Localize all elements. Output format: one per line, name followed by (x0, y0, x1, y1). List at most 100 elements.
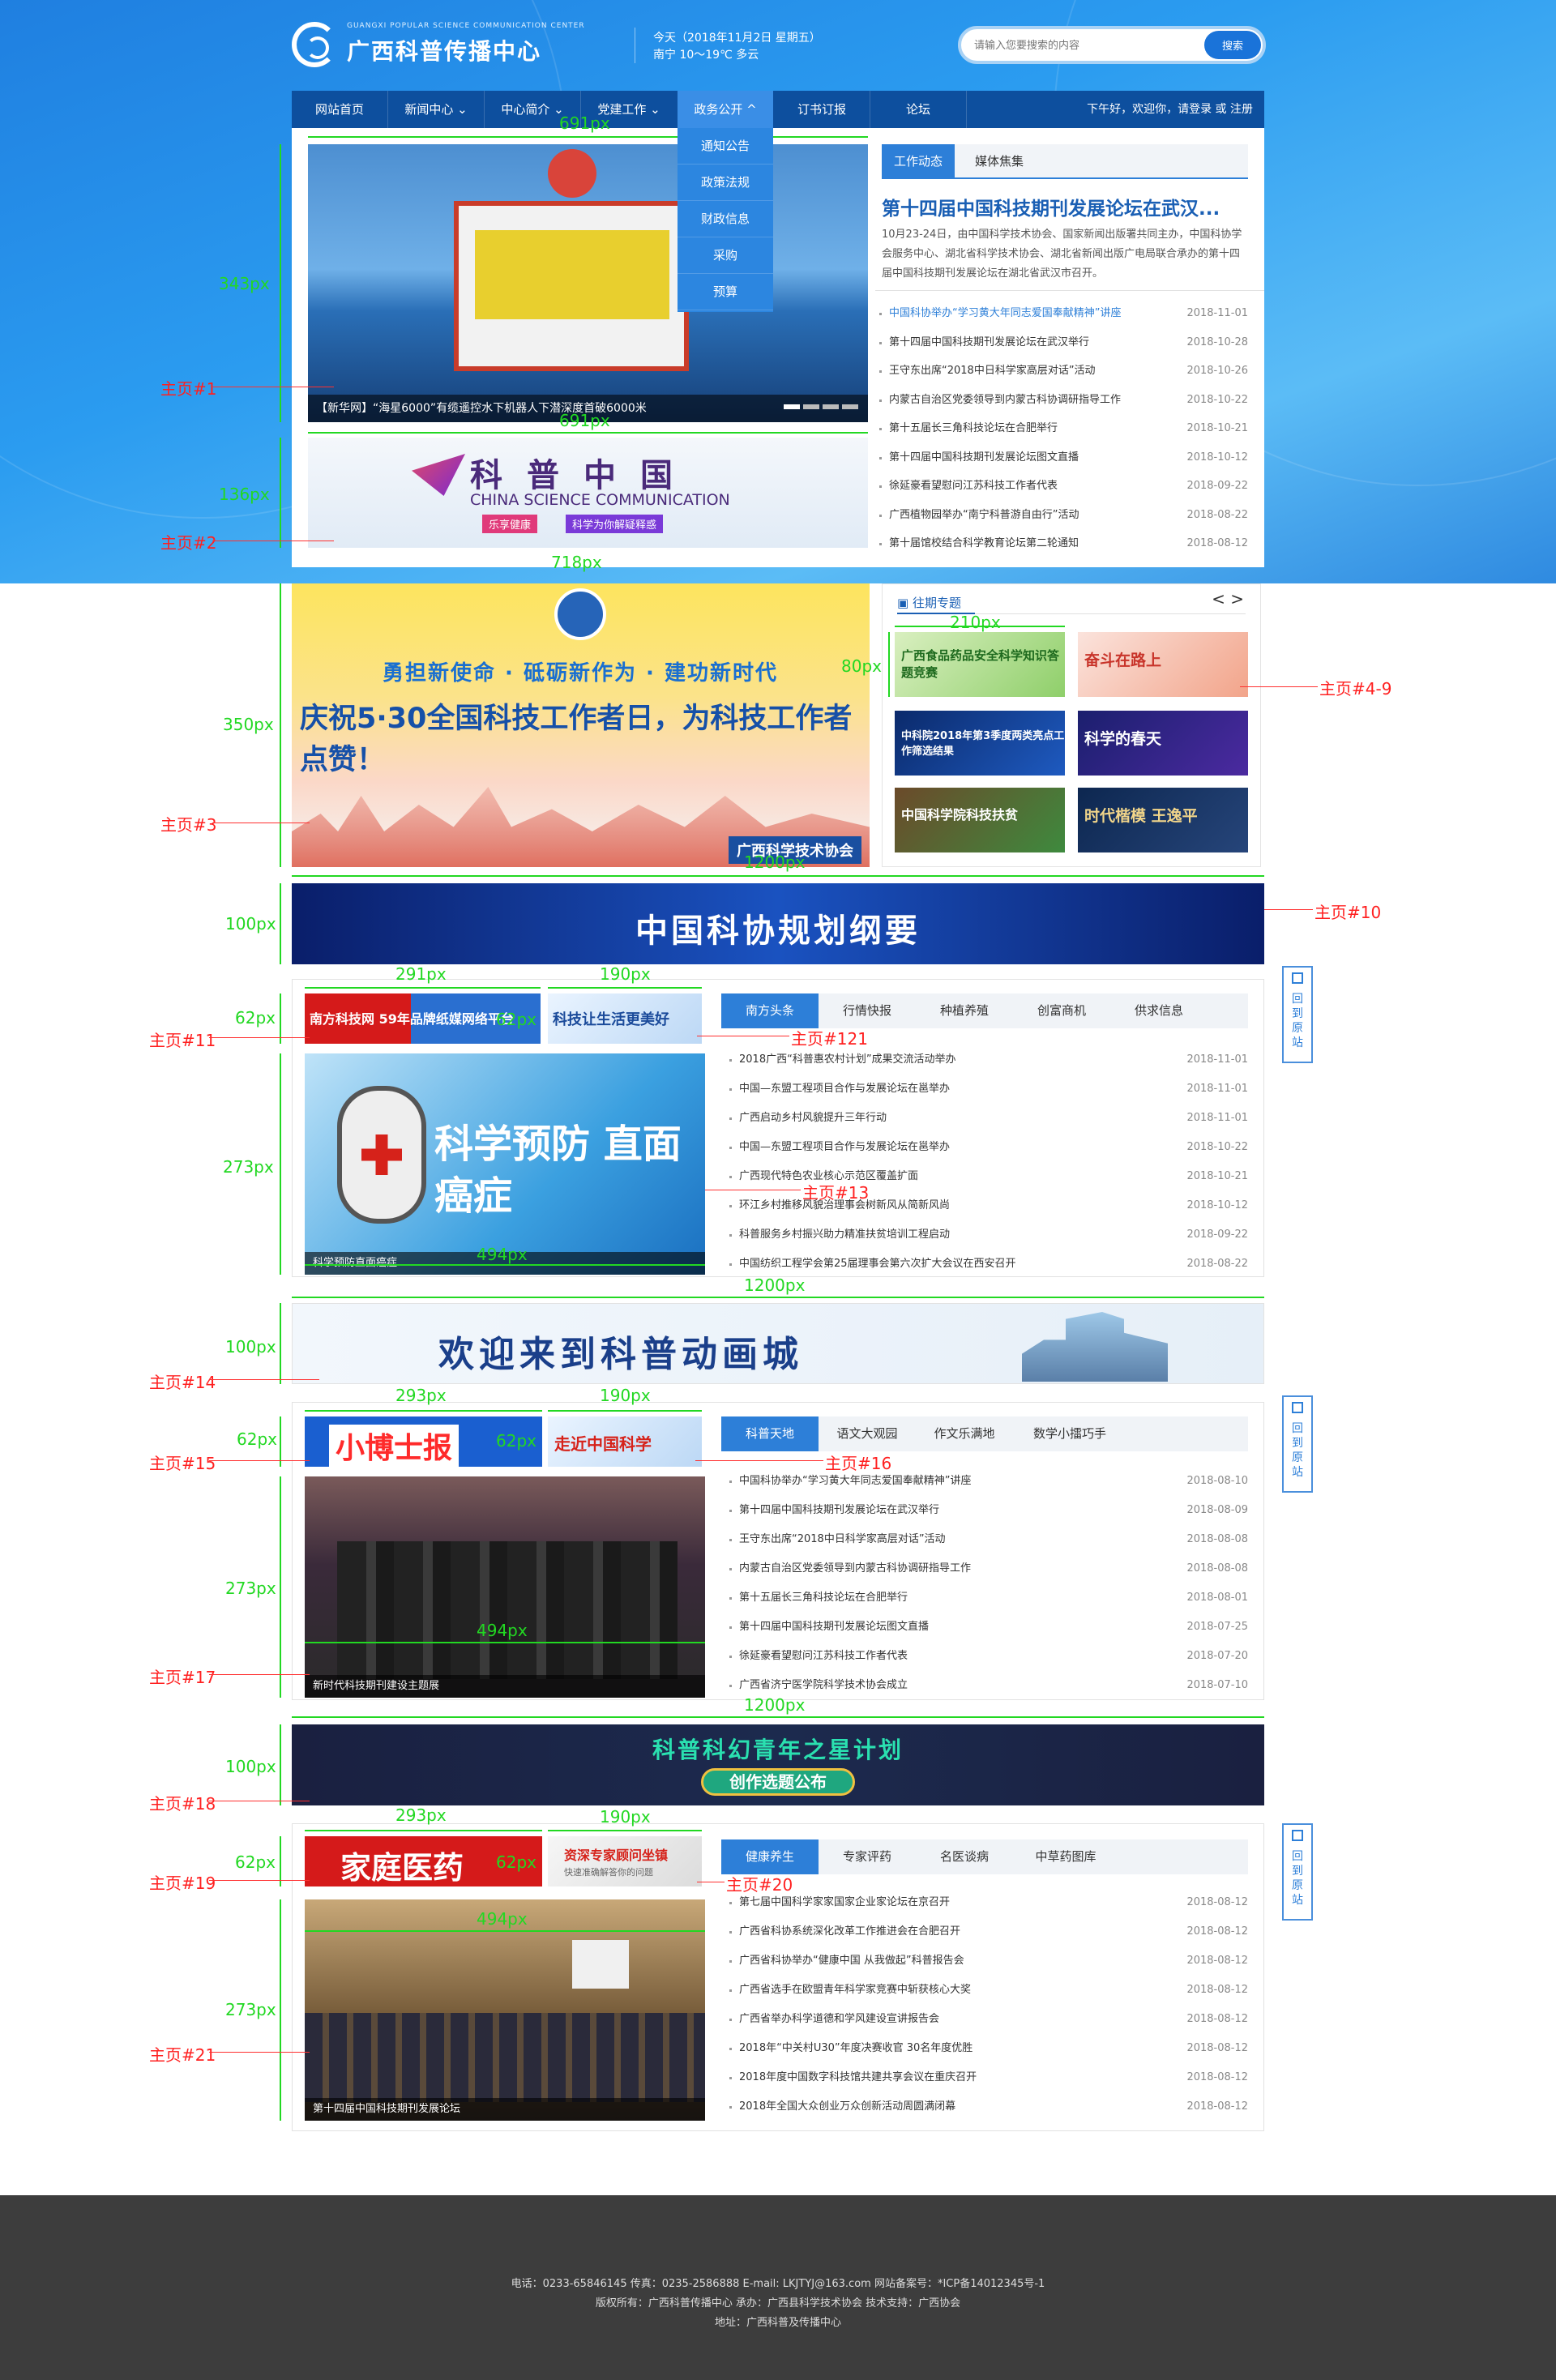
slider-dot[interactable] (803, 404, 819, 409)
dropdown-item[interactable]: 财政信息 (678, 201, 773, 237)
special-thumb[interactable]: 广西食品药品安全科学知识答题竞赛 (895, 632, 1065, 697)
list-item[interactable]: 广西植物园举办“南宁科普游自由行”活动 2018-08-22 (878, 507, 1248, 523)
list-item-title[interactable]: 内蒙古自治区党委领导到内蒙古科协调研指导工作 (739, 1561, 971, 1577)
list-item-title[interactable]: 第十四届中国科技期刊发展论坛图文直播 (889, 450, 1079, 466)
list-item-title[interactable]: 2018广西“科普惠农村计划”成果交流活动举办 (739, 1052, 956, 1068)
list-item[interactable]: 中国—东盟工程项目合作与发展论坛在邕举办 2018-11-01 (728, 1081, 1248, 1097)
list-item-title[interactable]: 中国—东盟工程项目合作与发展论坛在邕举办 (739, 1139, 950, 1156)
search-input[interactable] (974, 36, 1185, 55)
special-thumb[interactable]: 中科院2018年第3季度两类亮点工作筛选结果 (895, 711, 1065, 776)
list-item-title[interactable]: 广西省科协举办“健康中国 从我做起”科普报告会 (739, 1953, 964, 1969)
list-item[interactable]: 王守东出席“2018中日科学家高层对话”活动 2018-10-26 (878, 363, 1248, 379)
nav-news[interactable]: 新闻中心 ⌄ (388, 91, 484, 128)
list-item[interactable]: 2018年全国大众创业万众创新活动周圆满闭幕 2018-08-12 (728, 2099, 1248, 2115)
list-item[interactable]: 广西省科协举办“健康中国 从我做起”科普报告会 2018-08-12 (728, 1953, 1248, 1969)
hero-slider[interactable]: 【新华网】“海星6000”有缆遥控水下机器人下潜深度首破6000米 (308, 144, 868, 422)
list-item-title[interactable]: 中国纺织工程学会第25届理事会第六次扩大会议在西安召开 (739, 1256, 1016, 1272)
list-item[interactable]: 内蒙古自治区党委领导到内蒙古科协调研指导工作 2018-08-08 (728, 1561, 1248, 1577)
ad-china-science[interactable]: 走近中国科学 (548, 1416, 702, 1467)
tab-work-news[interactable]: 工作动态 (882, 144, 955, 179)
tab-item[interactable]: 名医谈病 (916, 1839, 1013, 1874)
list-item-title[interactable]: 广西省科协系统深化改革工作推进会在合肥召开 (739, 1924, 960, 1940)
list-item[interactable]: 广西省济宁医学院科学技术协会成立 2018-07-10 (728, 1677, 1248, 1694)
list-item[interactable]: 第十四届中国科技期刊发展论坛图文直播 2018-07-25 (728, 1619, 1248, 1635)
china-science-banner[interactable]: 科普中国 CHINA SCIENCE COMMUNICATION 乐享健康 科学… (308, 438, 868, 548)
list-item-title[interactable]: 广西植物园举办“南宁科普游自由行”活动 (889, 507, 1079, 523)
tab-item[interactable]: 中草药图库 (1013, 1839, 1118, 1874)
list-item-title[interactable]: 第七届中国科学家家国家企业家论坛在京召开 (739, 1895, 950, 1911)
nav-affairs[interactable]: 政务公开 ^ (678, 91, 773, 128)
tab-item[interactable]: 创富商机 (1013, 993, 1110, 1028)
ad-tech-life[interactable]: 科技让生活更美好 (548, 993, 702, 1044)
ad-expert-consult[interactable]: 资深专家顾问坐镇 快速准确解答你的问题 (548, 1836, 702, 1886)
tab-media[interactable]: 媒体焦集 (963, 144, 1036, 179)
dropdown-item[interactable]: 政策法规 (678, 165, 773, 201)
science-workers-day-banner[interactable]: 勇担新使命 · 砥砺新作为 · 建功新时代 庆祝5·30全国科技工作者日，为科技… (292, 583, 870, 867)
special-thumb[interactable]: 时代楷模 王逸平 (1078, 788, 1248, 852)
slider-dot[interactable] (823, 404, 839, 409)
list-item-title[interactable]: 科普服务乡村振兴助力精准扶贫培训工程启动 (739, 1227, 950, 1243)
list-item[interactable]: 科普服务乡村振兴助力精准扶贫培训工程启动 2018-09-22 (728, 1227, 1248, 1243)
list-item-title[interactable]: 广西省选手在欧盟青年科学家竞赛中斩获核心大奖 (739, 1982, 971, 1998)
search-button[interactable]: 搜索 (1204, 31, 1261, 59)
list-item[interactable]: 2018年度中国数字科技馆共建共享会议在重庆召开 2018-08-12 (728, 2070, 1248, 2086)
list-item[interactable]: 2018年“中关村U30”年度决赛收官 30名年度优胜 2018-08-12 (728, 2040, 1248, 2057)
list-item-title[interactable]: 王守东出席“2018中日科学家高层对话”活动 (739, 1532, 946, 1548)
tab-item[interactable]: 科普天地 (721, 1416, 819, 1451)
list-item[interactable]: 徐延豪看望慰问江苏科技工作者代表 2018-09-22 (878, 478, 1248, 494)
animation-city-banner[interactable]: 欢迎来到科普动画城 (292, 1303, 1264, 1384)
tab-item[interactable]: 南方头条 (721, 993, 819, 1028)
tab-item[interactable]: 作文乐满地 (916, 1416, 1013, 1451)
logo-icon[interactable] (292, 22, 337, 67)
youth-star-banner[interactable]: 科普科幻青年之星计划 创作选题公布 (292, 1724, 1264, 1805)
list-item[interactable]: 第十四届中国科技期刊发展论坛在武汉举行 2018-10-28 (878, 335, 1248, 351)
list-item-title[interactable]: 第十四届中国科技期刊发展论坛在武汉举行 (889, 335, 1089, 351)
nav-forum[interactable]: 论坛 (870, 91, 966, 128)
tab-item[interactable]: 语文大观园 (819, 1416, 916, 1451)
slider-dot[interactable] (842, 404, 858, 409)
list-item-title[interactable]: 中国—东盟工程项目合作与发展论坛在邕举办 (739, 1081, 950, 1097)
list-item[interactable]: 第十届馆校结合科学教育论坛第二轮通知 2018-08-12 (878, 536, 1248, 552)
logo-title[interactable]: 广西科普传播中心 (347, 34, 541, 66)
section-feature-image[interactable]: 第十四届中国科技期刊发展论坛 (305, 1899, 705, 2121)
back-to-site-button[interactable]: 回到原站 (1282, 966, 1313, 1063)
list-item-title[interactable]: 广西省举办科学道德和学风建设宣讲报告会 (739, 2011, 939, 2027)
list-item[interactable]: 中国科协举办“学习黄大年同志爱国奉献精神”讲座 2018-11-01 (878, 306, 1248, 322)
news-headline[interactable]: 第十四届中国科技期刊发展论坛在武汉... (882, 193, 1248, 220)
tab-item[interactable]: 种植养殖 (916, 993, 1013, 1028)
list-item-title[interactable]: 2018年“中关村U30”年度决赛收官 30名年度优胜 (739, 2040, 972, 2057)
prev-arrow-icon[interactable]: < (1212, 589, 1225, 609)
list-item-title[interactable]: 第十四届中国科技期刊发展论坛图文直播 (739, 1619, 929, 1635)
list-item[interactable]: 第十四届中国科技期刊发展论坛在武汉举行 2018-08-09 (728, 1502, 1248, 1519)
tab-item[interactable]: 数学小擂巧手 (1013, 1416, 1126, 1451)
list-item-title[interactable]: 广西启动乡村风貌提升三年行动 (739, 1110, 887, 1126)
list-item-title[interactable]: 第十五届长三角科技论坛在合肥举行 (889, 421, 1058, 437)
list-item[interactable]: 广西省选手在欧盟青年科学家竞赛中斩获核心大奖 2018-08-12 (728, 1982, 1248, 1998)
list-item-title[interactable]: 2018年度中国数字科技馆共建共享会议在重庆召开 (739, 2070, 977, 2086)
section-feature-image[interactable]: 科学预防 直面癌症 科学预防直面癌症 (305, 1053, 705, 1275)
list-item[interactable]: 中国科协举办“学习黄大年同志爱国奉献精神”讲座 2018-08-10 (728, 1473, 1248, 1489)
tab-item[interactable]: 专家评药 (819, 1839, 916, 1874)
list-item-title[interactable]: 中国科协举办“学习黄大年同志爱国奉献精神”讲座 (739, 1473, 971, 1489)
tab-item[interactable]: 健康养生 (721, 1839, 819, 1874)
dropdown-item[interactable]: 预算 (678, 274, 773, 310)
list-item[interactable]: 内蒙古自治区党委领导到内蒙古科协调研指导工作 2018-10-22 (878, 392, 1248, 408)
special-thumb[interactable]: 奋斗在路上 (1078, 632, 1248, 697)
list-item-title[interactable]: 第十届馆校结合科学教育论坛第二轮通知 (889, 536, 1079, 552)
special-thumb[interactable]: 科学的春天 (1078, 711, 1248, 776)
list-item-title[interactable]: 徐延豪看望慰问江苏科技工作者代表 (889, 478, 1058, 494)
list-item-title[interactable]: 徐延豪看望慰问江苏科技工作者代表 (739, 1648, 908, 1664)
section-feature-image[interactable]: 新时代科技期刊建设主题展 (305, 1476, 705, 1698)
back-to-site-button[interactable]: 回到原站 (1282, 1395, 1313, 1493)
dropdown-item[interactable]: 通知公告 (678, 128, 773, 165)
tab-item[interactable]: 行情快报 (819, 993, 916, 1028)
list-item[interactable]: 第十四届中国科技期刊发展论坛图文直播 2018-10-12 (878, 450, 1248, 466)
list-item-title[interactable]: 广西省济宁医学院科学技术协会成立 (739, 1677, 908, 1694)
list-item[interactable]: 第十五届长三角科技论坛在合肥举行 2018-10-21 (878, 421, 1248, 437)
list-item[interactable]: 2018广西“科普惠农村计划”成果交流活动举办 2018-11-01 (728, 1052, 1248, 1068)
list-item-title[interactable]: 内蒙古自治区党委领导到内蒙古科协调研指导工作 (889, 392, 1121, 408)
login-link[interactable]: 下午好，欢迎你，请登录 或 注册 (1087, 91, 1253, 128)
back-to-site-button[interactable]: 回到原站 (1282, 1823, 1313, 1921)
list-item[interactable]: 第七届中国科学家家国家企业家论坛在京召开 2018-08-12 (728, 1895, 1248, 1911)
list-item[interactable]: 广西启动乡村风貌提升三年行动 2018-11-01 (728, 1110, 1248, 1126)
